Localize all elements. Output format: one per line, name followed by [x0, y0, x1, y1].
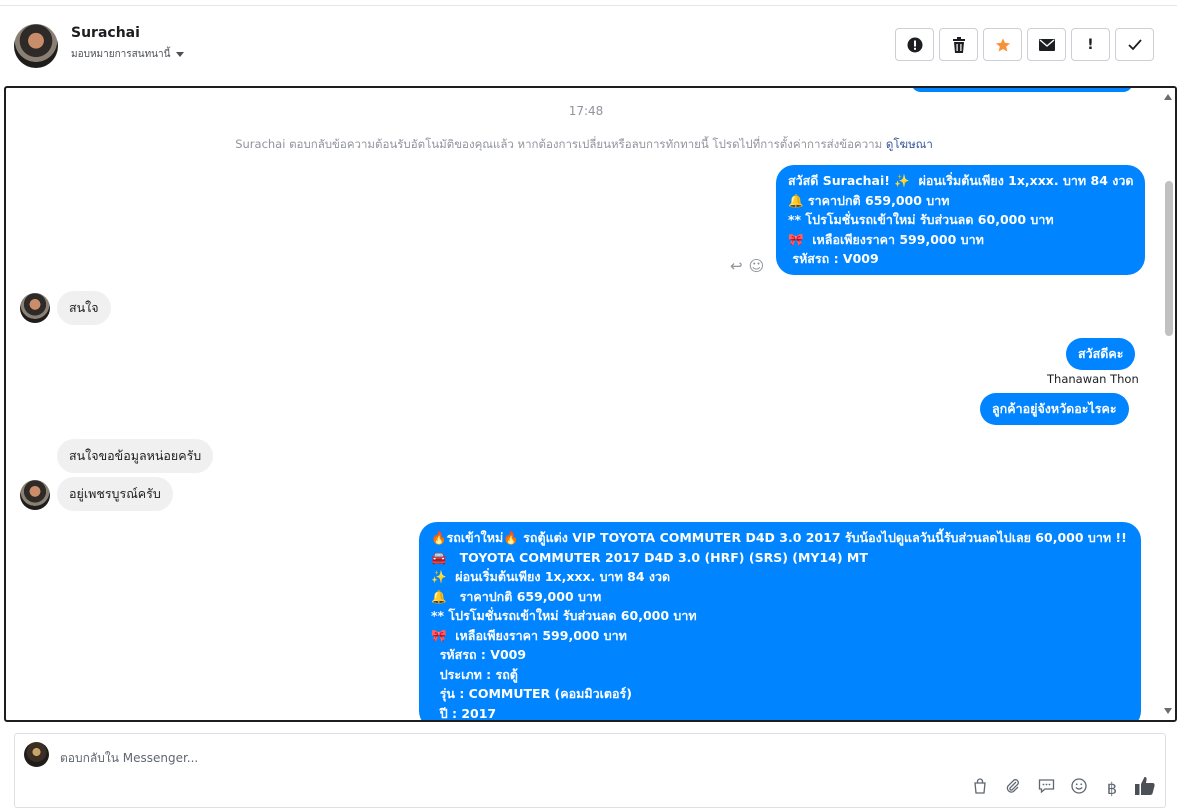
- bag-icon[interactable]: [969, 778, 991, 798]
- emoji-icon[interactable]: [1068, 778, 1090, 798]
- avatar: [20, 480, 50, 510]
- attachment-icon[interactable]: [1002, 778, 1024, 798]
- star-icon: [995, 37, 1010, 52]
- avatar[interactable]: [14, 24, 58, 68]
- trash-icon: [952, 36, 965, 53]
- saved-reply-icon[interactable]: [1035, 778, 1057, 798]
- scroll-down-arrow[interactable]: [1164, 708, 1172, 714]
- reply-icon[interactable]: ↩: [730, 257, 743, 275]
- scroll-up-arrow[interactable]: [1164, 94, 1172, 100]
- delete-button[interactable]: [939, 28, 978, 61]
- outgoing-message: สวัสดีคะ: [1066, 338, 1136, 370]
- contact-name[interactable]: Surachai: [71, 25, 140, 41]
- mail-icon: [1038, 38, 1055, 51]
- avatar: [20, 293, 50, 323]
- exclamation-icon: !: [1087, 36, 1094, 53]
- mark-spam-button[interactable]: [895, 28, 934, 61]
- scrollbar[interactable]: [1161, 88, 1175, 720]
- ad-details-message: 🔥รถเข้าใหม่🔥 รถตู้แต่ง VIP TOYOTA COMMUT…: [419, 522, 1141, 720]
- timestamp: 17:48: [568, 104, 604, 118]
- sender-name: Thanawan Thon: [1047, 372, 1139, 386]
- auto-welcome-message: สวัสดี Surachai! ✨ ผ่อนเริ่มต้นเพียง 1x,…: [776, 165, 1146, 275]
- alert-icon: [907, 37, 922, 52]
- chevron-down-icon: [176, 52, 185, 57]
- notice-text: Surachai ตอบกลับข้อความต้อนรับอัตโนมัติข…: [235, 137, 883, 151]
- assign-dropdown[interactable]: มอบหมายการสนทนานี้: [71, 47, 185, 62]
- reply-composer[interactable]: ตอบกลับใน Messenger... ฿: [14, 733, 1166, 808]
- baht-icon[interactable]: ฿: [1101, 779, 1123, 798]
- auto-reply-notice: Surachai ตอบกลับข้อความต้อนรับอัตโนมัติข…: [6, 136, 1162, 154]
- incoming-message: อยู่เพชรบูรณ์ครับ: [57, 477, 173, 511]
- page-avatar: [24, 742, 49, 767]
- previous-message-bubble: [911, 88, 1133, 92]
- react-emoji-icon[interactable]: ☺: [749, 257, 765, 275]
- message-actions: ↩ ☺: [730, 257, 764, 275]
- like-icon[interactable]: [1134, 776, 1156, 800]
- mark-unread-button[interactable]: [1027, 28, 1066, 61]
- follow-up-button[interactable]: !: [1071, 28, 1110, 61]
- reply-input[interactable]: ตอบกลับใน Messenger...: [60, 749, 198, 768]
- header-actions: !: [895, 28, 1154, 61]
- check-icon: [1127, 38, 1142, 50]
- view-ad-link[interactable]: ดูโฆษณา: [886, 137, 933, 151]
- message-thread[interactable]: 17:48 Surachai ตอบกลับข้อความต้อนรับอัตโ…: [4, 86, 1177, 722]
- assign-label: มอบหมายการสนทนานี้: [71, 49, 171, 60]
- incoming-message: สนใจ: [57, 291, 111, 325]
- conversation-header: Surachai มอบหมายการสนทนานี้ !: [0, 6, 1177, 84]
- incoming-message: สนใจขอข้อมูลหน่อยครับ: [57, 439, 214, 473]
- star-button[interactable]: [983, 28, 1022, 61]
- composer-toolbar: ฿: [969, 776, 1156, 800]
- outgoing-message: ลูกค้าอยู่จังหวัดอะไรคะ: [980, 393, 1129, 425]
- scroll-thumb[interactable]: [1165, 181, 1173, 336]
- mark-done-button[interactable]: [1115, 28, 1154, 61]
